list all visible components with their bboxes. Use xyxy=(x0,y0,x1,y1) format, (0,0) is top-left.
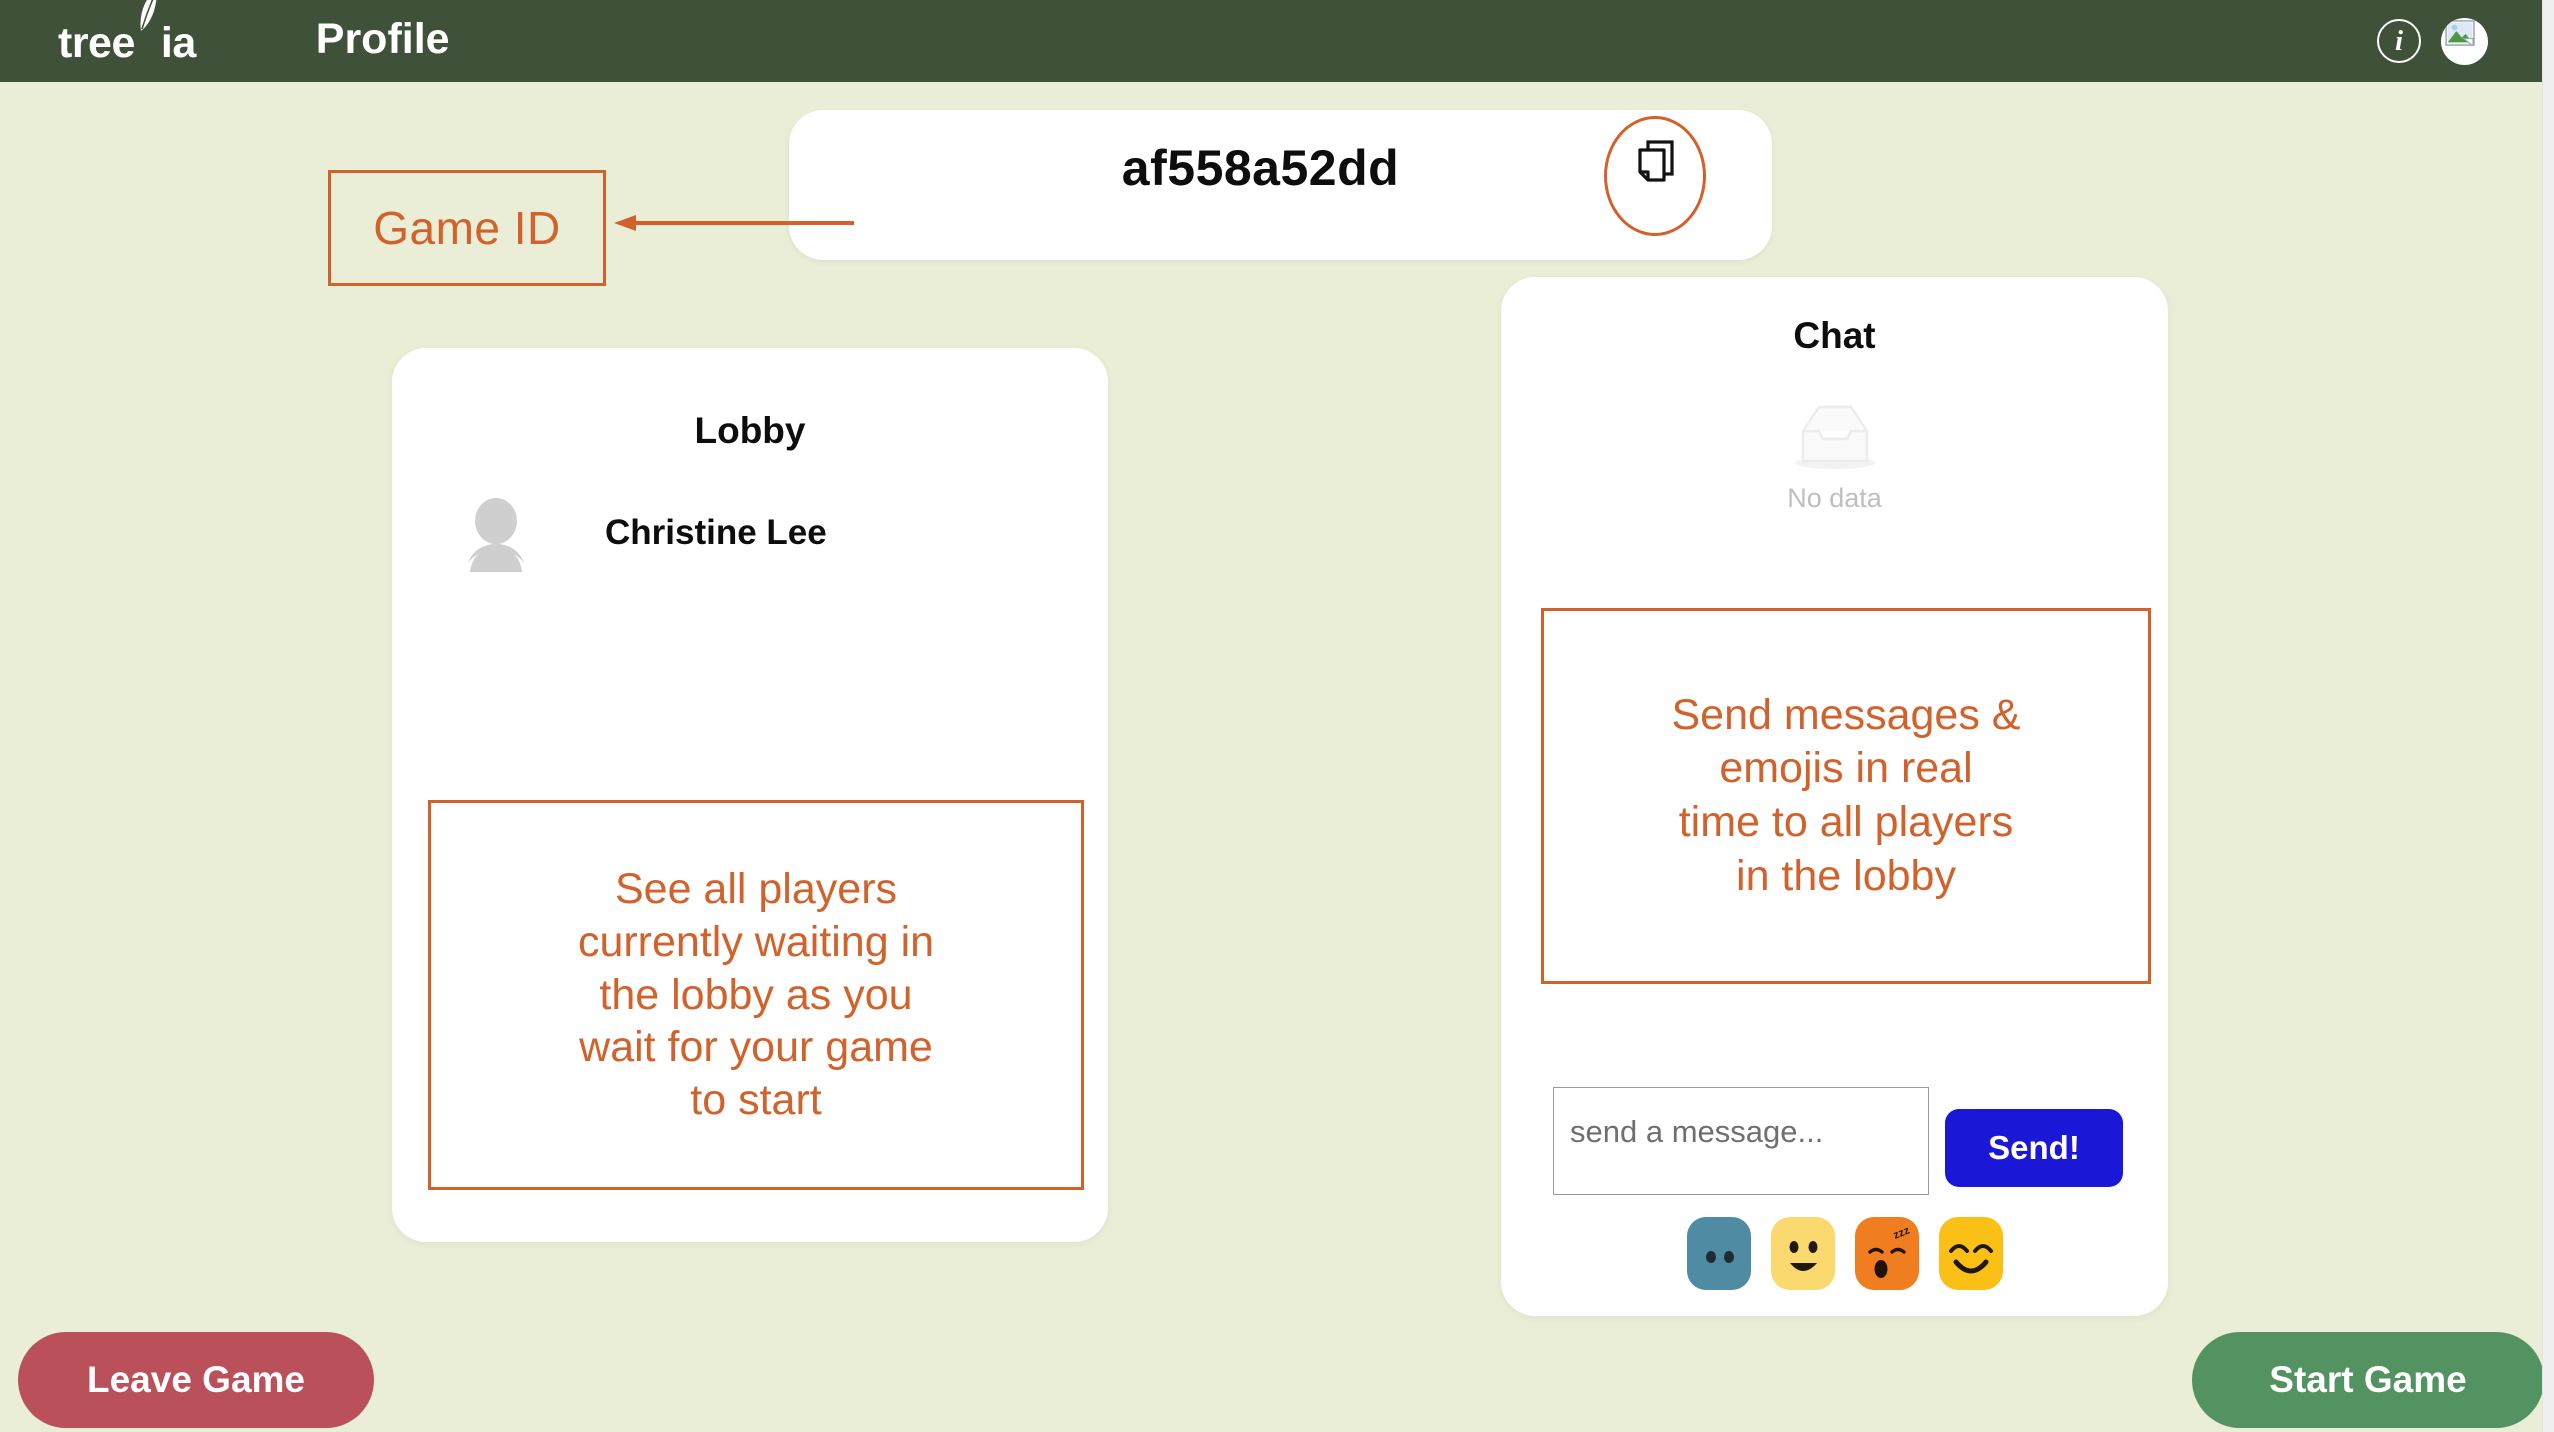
annotation-game-id-label: Game ID xyxy=(373,202,561,254)
brand-text-pre: tree xyxy=(58,19,135,67)
page-scrollbar[interactable] xyxy=(2542,0,2554,1432)
nav-item-profile[interactable]: Profile xyxy=(316,17,450,61)
empty-inbox-icon xyxy=(1794,405,1875,469)
emoji-sleeping-button[interactable]: zzz xyxy=(1855,1217,1919,1290)
top-navigation-bar: tree ia Profile i xyxy=(0,0,2542,82)
annotation-lobby-box: See all players currently waiting in the… xyxy=(428,800,1084,1190)
annotation-game-id-arrow xyxy=(614,215,854,231)
emoji-smiling-eyes-button[interactable] xyxy=(1939,1217,2003,1290)
lobby-title: Lobby xyxy=(694,410,806,451)
lobby-player-name: Christine Lee xyxy=(605,513,827,552)
leaf-icon xyxy=(135,0,161,57)
user-avatar[interactable] xyxy=(2441,17,2488,65)
info-icon[interactable]: i xyxy=(2377,19,2421,63)
annotation-lobby-text: See all players currently waiting in the… xyxy=(577,864,935,1125)
lobby-player-row: Christine Lee xyxy=(392,494,1108,572)
leave-game-button[interactable]: Leave Game xyxy=(18,1332,374,1428)
chat-empty-state: No data xyxy=(1501,399,2168,514)
annotation-game-id-box: Game ID xyxy=(328,170,606,286)
broken-image-icon xyxy=(2445,19,2475,46)
start-game-button[interactable]: Start Game xyxy=(2192,1332,2544,1428)
lobby-page: tree ia Profile i af558a52dd Game ID Lob… xyxy=(0,0,2554,1432)
topbar-actions: i xyxy=(2377,17,2488,65)
chat-message-input[interactable] xyxy=(1553,1087,1929,1195)
chat-empty-label: No data xyxy=(1787,483,1882,513)
emoji-grinning-button[interactable] xyxy=(1771,1217,1835,1290)
chat-title: Chat xyxy=(1793,315,1876,356)
copy-icon xyxy=(1638,140,1674,182)
chat-input-row: Send! xyxy=(1553,1087,2123,1195)
treevia-logo[interactable]: tree ia xyxy=(58,0,196,67)
person-avatar-icon xyxy=(466,498,526,572)
annotation-chat-text: Send messages & emojis in real time to a… xyxy=(1671,690,2021,900)
annotation-chat-box: Send messages & emojis in real time to a… xyxy=(1541,608,2151,984)
copy-game-id-button[interactable] xyxy=(1632,138,1680,186)
emoji-picker-row: zzz xyxy=(1687,1217,2003,1290)
send-message-button[interactable]: Send! xyxy=(1945,1109,2123,1187)
emoji-neutral-blank-button[interactable] xyxy=(1687,1217,1751,1290)
game-id-card: af558a52dd xyxy=(789,110,1772,260)
game-id-value: af558a52dd xyxy=(1121,140,1400,196)
brand-text-post: ia xyxy=(160,19,196,67)
